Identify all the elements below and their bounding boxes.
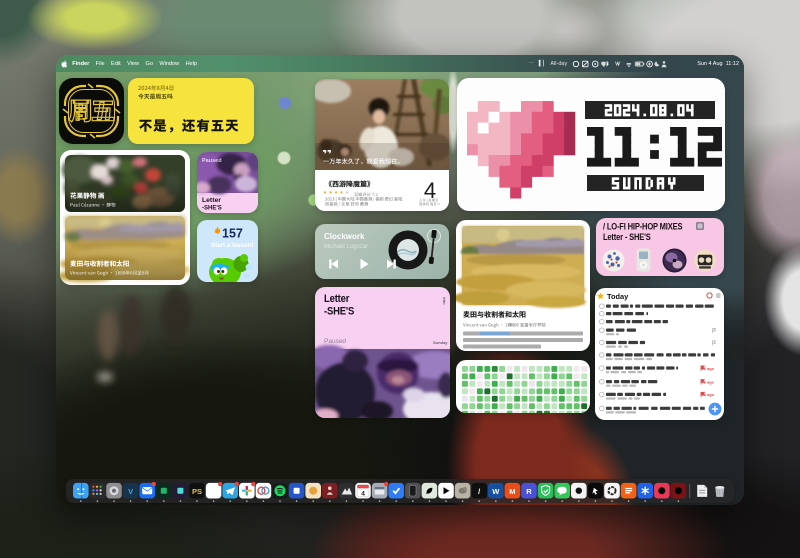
svg-text:Sunday: Sunday — [433, 340, 448, 345]
svg-text:157: 157 — [222, 227, 243, 241]
svg-text:/ LO-FI HIP-HOP MIXES: / LO-FI HIP-HOP MIXES — [603, 221, 683, 232]
svg-text:-SHE'S: -SHE'S — [202, 206, 222, 212]
svg-text:Paused: Paused — [202, 158, 222, 164]
svg-text:Clockwork: Clockwork — [324, 232, 365, 241]
svg-text:Today: Today — [607, 292, 629, 301]
svg-text:-SHE'S: -SHE'S — [324, 306, 354, 318]
svg-text:letter: letter — [442, 297, 446, 306]
svg-text:M: M — [509, 487, 515, 496]
svg-text:W: W — [492, 487, 500, 496]
svg-text:PS: PS — [192, 487, 202, 496]
svg-text:Letter: Letter — [324, 293, 349, 305]
svg-text:Start a lesson!: Start a lesson! — [211, 242, 254, 249]
svg-text:R: R — [526, 487, 532, 496]
svg-text:Michael Logozar: Michael Logozar — [324, 244, 368, 250]
svg-text:76 ago: 76 ago — [702, 379, 715, 384]
svg-text:26 ago: 26 ago — [702, 366, 715, 371]
svg-text:Letter - SHE'S: Letter - SHE'S — [603, 231, 651, 242]
svg-text:Letter: Letter — [202, 197, 221, 204]
svg-text:V: V — [128, 487, 133, 496]
svg-text:Paused: Paused — [324, 338, 346, 345]
svg-text:76 ago: 76 ago — [702, 392, 715, 397]
svg-text:4: 4 — [361, 491, 365, 498]
